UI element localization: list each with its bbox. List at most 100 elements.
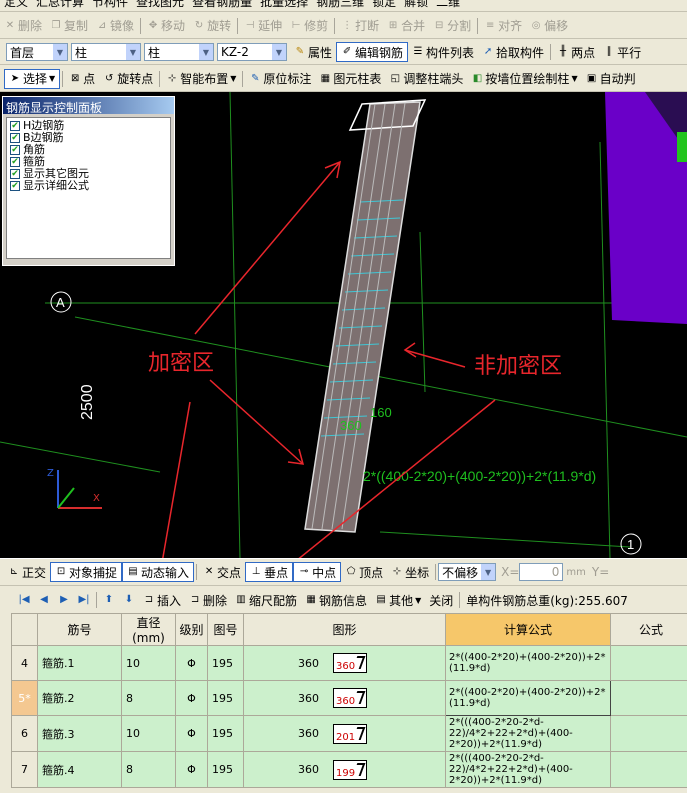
cell-name[interactable]: 箍筋.2 — [37, 680, 122, 716]
two-point-button[interactable]: ╫ 两点 — [553, 42, 599, 62]
align-button[interactable]: ≡ 对齐 — [480, 16, 526, 36]
prev-record-button[interactable]: ◀ — [34, 590, 54, 610]
header-calc-formula[interactable]: 计算公式 — [445, 613, 611, 646]
cell-formula-desc[interactable] — [610, 751, 687, 788]
perpendicular-button[interactable]: ⊥ 垂点 — [245, 562, 294, 582]
cell-shape[interactable]: 360 199 — [243, 751, 446, 788]
rotate-button[interactable]: ↻ 旋转 — [189, 16, 235, 36]
dynamic-input-button[interactable]: ▤ 动态输入 — [122, 562, 195, 582]
category-select[interactable]: 柱 ▼ — [71, 43, 141, 61]
ortho-button[interactable]: ⊾ 正交 — [4, 562, 50, 582]
header-grade[interactable]: 级别 — [175, 613, 208, 646]
cell-grade[interactable]: Φ — [175, 751, 208, 788]
delete-button[interactable]: ✕ 删除 — [0, 16, 46, 36]
cell-grade[interactable]: Φ — [175, 645, 208, 681]
batch-select-button[interactable]: 批量选择 — [256, 0, 312, 11]
merge-button[interactable]: ⊞ 合并 — [383, 16, 429, 36]
cell-code[interactable]: 195 — [207, 645, 244, 681]
rotate-point-button[interactable]: ↺ 旋转点 — [99, 69, 157, 89]
table-row[interactable]: 6 箍筋.3 10 Φ 195 360 201 2*(((400-2*20-2*d… — [11, 715, 687, 752]
pick-component-button[interactable]: ➚ 拾取构件 — [478, 42, 548, 62]
cell-code[interactable]: 195 — [207, 680, 244, 716]
object-snap-button[interactable]: ⊡ 对象捕捉 — [50, 562, 123, 582]
edit-rebar-button[interactable]: ✐ 编辑钢筋 — [336, 42, 409, 62]
draw-by-wall-button[interactable]: ◧ 按墙位置绘制柱 ▼ — [467, 69, 581, 89]
trim-button[interactable]: ⊢ 修剪 — [286, 16, 332, 36]
vertex-button[interactable]: ⬠ 顶点 — [341, 562, 387, 582]
cell-diameter[interactable]: 8 — [121, 680, 176, 716]
cell-formula[interactable]: 2*(((400-2*20-2*d-22)/4*2+22+2*d)+(400-2… — [445, 715, 611, 752]
header-diameter[interactable]: 直径(mm) — [121, 613, 176, 646]
column-table-button[interactable]: ▦ 图元柱表 — [315, 69, 385, 89]
cell-shape[interactable]: 360 360 — [243, 680, 446, 716]
cell-code[interactable]: 195 — [207, 751, 244, 788]
type-select[interactable]: 柱 ▼ — [144, 43, 214, 61]
adjust-column-end-button[interactable]: ◱ 调整柱端头 — [385, 69, 467, 89]
break-button[interactable]: ⋮ 打断 — [337, 16, 383, 36]
floor-component-button[interactable]: 节构件 — [88, 0, 132, 11]
lock-button[interactable]: 锁定 — [368, 0, 400, 11]
auto-button[interactable]: ▣ 自动判 — [582, 69, 640, 89]
cell-name[interactable]: 箍筋.3 — [37, 715, 122, 752]
option-detailed-formula[interactable]: ✔ 显示详细公式 — [10, 180, 167, 192]
cell-formula-desc[interactable] — [610, 715, 687, 752]
move-up-button[interactable]: ⬆ — [99, 590, 119, 610]
close-grid-button[interactable]: 关闭 — [425, 590, 457, 610]
cell-diameter[interactable]: 10 — [121, 645, 176, 681]
cell-code[interactable]: 195 — [207, 715, 244, 752]
midpoint-button[interactable]: ⊸ 中点 — [293, 562, 342, 582]
cell-formula[interactable]: 2*(((400-2*20-2*d-22)/4*2+22+2*d)+(400-2… — [445, 751, 611, 788]
cell-diameter[interactable]: 10 — [121, 715, 176, 752]
parallel-button[interactable]: ∥ 平行 — [599, 42, 645, 62]
table-row[interactable]: 4 箍筋.1 10 Φ 195 360 360 2*((400-2*20)+(40… — [11, 645, 687, 681]
two-d-button[interactable]: 二维 — [432, 0, 464, 11]
cell-name[interactable]: 箍筋.1 — [37, 645, 122, 681]
copy-button[interactable]: ❐ 复制 — [46, 16, 92, 36]
select-button[interactable]: ➤ 选择 ▼ — [4, 68, 61, 89]
move-button[interactable]: ✥ 移动 — [143, 16, 189, 36]
delete-row-button[interactable]: ⊐ 删除 — [185, 590, 231, 610]
properties-button[interactable]: ✎ 属性 — [290, 42, 336, 62]
offset-button[interactable]: ◎ 偏移 — [526, 16, 572, 36]
coordinate-button[interactable]: ⊹ 坐标 — [387, 562, 433, 582]
next-record-button[interactable]: ▶ — [54, 590, 74, 610]
cell-formula-desc[interactable] — [610, 645, 687, 681]
cell-shape[interactable]: 360 201 — [243, 715, 446, 752]
rebar-3d-button[interactable]: 钢筋三维 — [312, 0, 368, 11]
element-select[interactable]: KZ-2 ▼ — [217, 43, 287, 61]
smart-layout-button[interactable]: ⊹ 智能布置 ▼ — [162, 69, 240, 89]
last-record-button[interactable]: ▶| — [74, 590, 94, 610]
header-bar-no[interactable]: 筋号 — [37, 613, 122, 646]
view-rebar-button[interactable]: 查看钢筋量 — [188, 0, 256, 11]
define-button[interactable]: 定义 — [0, 0, 32, 11]
table-row[interactable]: 5* 箍筋.2 8 Φ 195 360 360 2*((400-2*20)+(40… — [11, 680, 687, 716]
scale-rebar-button[interactable]: ▥ 缩尺配筋 — [231, 590, 301, 610]
header-formula[interactable]: 公式 — [610, 613, 687, 646]
rebar-info-button[interactable]: ▦ 钢筋信息 — [301, 590, 371, 610]
header-shape[interactable]: 图形 — [243, 613, 446, 646]
cell-formula[interactable]: 2*((400-2*20)+(400-2*20))+2*(11.9*d) — [445, 645, 611, 681]
insert-button[interactable]: ⊐ 插入 — [139, 590, 185, 610]
floor-select[interactable]: 首层 ▼ — [6, 43, 68, 61]
summary-calc-button[interactable]: 汇总计算 — [32, 0, 88, 11]
offset-select[interactable]: 不偏移 ▼ — [438, 563, 497, 581]
cell-formula-desc[interactable] — [610, 680, 687, 716]
first-record-button[interactable]: |◀ — [14, 590, 34, 610]
other-button[interactable]: ▤ 其他 ▼ — [371, 590, 425, 610]
point-button[interactable]: ⊠ 点 — [65, 69, 99, 89]
x-input[interactable]: 0 — [519, 563, 564, 581]
cell-grade[interactable]: Φ — [175, 680, 208, 716]
find-element-button[interactable]: 查找图元 — [132, 0, 188, 11]
cell-grade[interactable]: Φ — [175, 715, 208, 752]
split-button[interactable]: ⊟ 分割 — [429, 16, 475, 36]
intersection-button[interactable]: ✕ 交点 — [199, 562, 245, 582]
extend-button[interactable]: ⊣ 延伸 — [240, 16, 286, 36]
cell-shape[interactable]: 360 360 — [243, 645, 446, 681]
in-place-annotation-button[interactable]: ✎ 原位标注 — [245, 69, 315, 89]
component-list-button[interactable]: ☰ 构件列表 — [408, 42, 478, 62]
cell-diameter[interactable]: 8 — [121, 751, 176, 788]
move-down-button[interactable]: ⬇ — [119, 590, 139, 610]
header-shape-code[interactable]: 图号 — [207, 613, 244, 646]
unlock-button[interactable]: 解锁 — [400, 0, 432, 11]
cell-formula[interactable]: 2*((400-2*20)+(400-2*20))+2*(11.9*d) — [445, 680, 611, 716]
